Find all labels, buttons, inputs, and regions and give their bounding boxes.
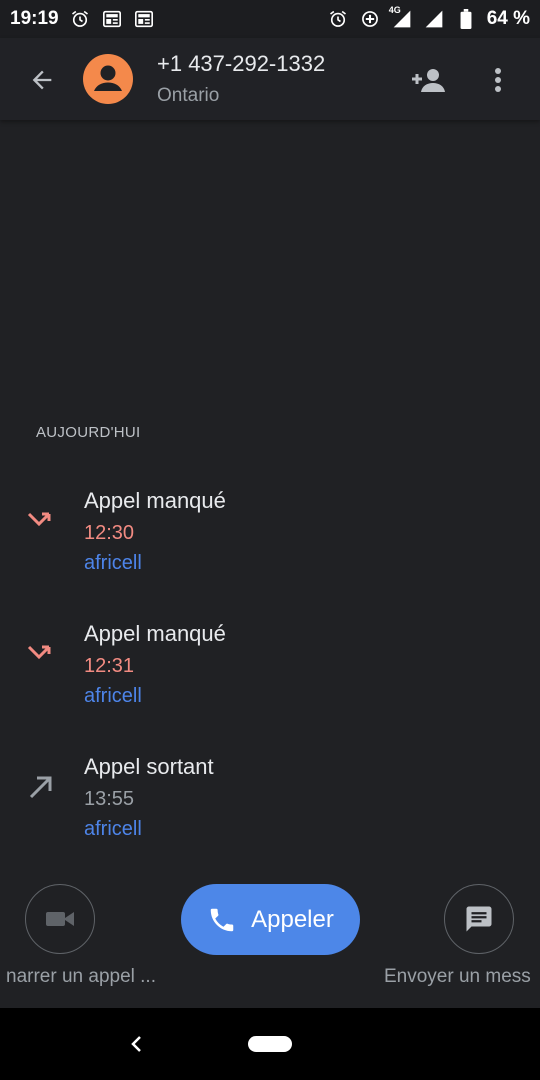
- video-call-button[interactable]: [25, 884, 95, 954]
- call-history-item[interactable]: Appel manqué 12:31 africell: [0, 621, 540, 721]
- message-icon: [466, 906, 492, 932]
- more-vert-icon: [495, 68, 501, 92]
- send-message-label: Envoyer un mess: [384, 966, 531, 987]
- battery-icon: [455, 8, 477, 30]
- nav-home-button[interactable]: [248, 1036, 292, 1052]
- send-message-button[interactable]: [444, 884, 514, 954]
- outgoing-call-icon: [24, 770, 58, 804]
- battery-level: 64 %: [486, 8, 530, 29]
- contact-region: Ontario: [157, 85, 220, 106]
- call-type: Appel manqué: [84, 488, 226, 513]
- network-type: 4G: [388, 5, 401, 15]
- call-time: 13:55: [84, 788, 135, 810]
- more-options-button[interactable]: [480, 60, 516, 100]
- alarm-icon: [69, 8, 91, 30]
- status-bar-right: 4G 64 %: [327, 5, 530, 30]
- avatar: [83, 54, 133, 104]
- navigation-bar: [0, 1008, 540, 1080]
- arrow-back-icon: [32, 70, 52, 90]
- chevron-left-icon: [131, 1036, 141, 1052]
- call-button[interactable]: Appeler: [181, 884, 360, 955]
- call-time: 12:31: [84, 655, 135, 677]
- contact-number: +1 437-292-1332: [157, 51, 326, 76]
- call-type: Appel manqué: [84, 621, 226, 646]
- signal-icon: [423, 8, 445, 30]
- call-carrier: africell: [84, 552, 142, 574]
- call-history-item[interactable]: Appel manqué 12:30 africell: [0, 488, 540, 588]
- app-bar: +1 437-292-1332 Ontario: [0, 38, 540, 120]
- status-bar-left: 19:19: [10, 8, 155, 30]
- newspaper-icon: [133, 8, 155, 30]
- person-icon: [94, 65, 122, 91]
- missed-call-icon: [24, 504, 58, 538]
- add-contact-button[interactable]: [408, 60, 450, 100]
- back-button[interactable]: [22, 60, 62, 100]
- status-bar: 19:19 4G 64 %: [0, 0, 540, 38]
- nav-back-button[interactable]: [122, 1030, 150, 1058]
- call-time: 12:30: [84, 522, 135, 544]
- status-time: 19:19: [10, 8, 59, 29]
- video-call-label: narrer un appel ...: [6, 966, 156, 987]
- call-carrier: africell: [84, 685, 142, 707]
- add-person-icon: [412, 69, 445, 92]
- call-carrier: africell: [84, 818, 142, 840]
- missed-call-icon: [24, 637, 58, 671]
- call-button-label: Appeler: [251, 905, 334, 933]
- call-type: Appel sortant: [84, 754, 214, 779]
- call-history-item[interactable]: Appel sortant 13:55 africell: [0, 754, 540, 854]
- phone-icon: [210, 908, 234, 931]
- bottom-actions: Appeler narrer un appel ... Envoyer un m…: [0, 870, 540, 1008]
- signal-icon: 4G: [388, 5, 413, 30]
- data-saver-icon: [359, 8, 381, 30]
- newspaper-icon: [101, 8, 123, 30]
- videocam-icon: [46, 912, 74, 926]
- section-header-today: AUJOURD'HUI: [36, 424, 141, 441]
- alarm-icon: [327, 8, 349, 30]
